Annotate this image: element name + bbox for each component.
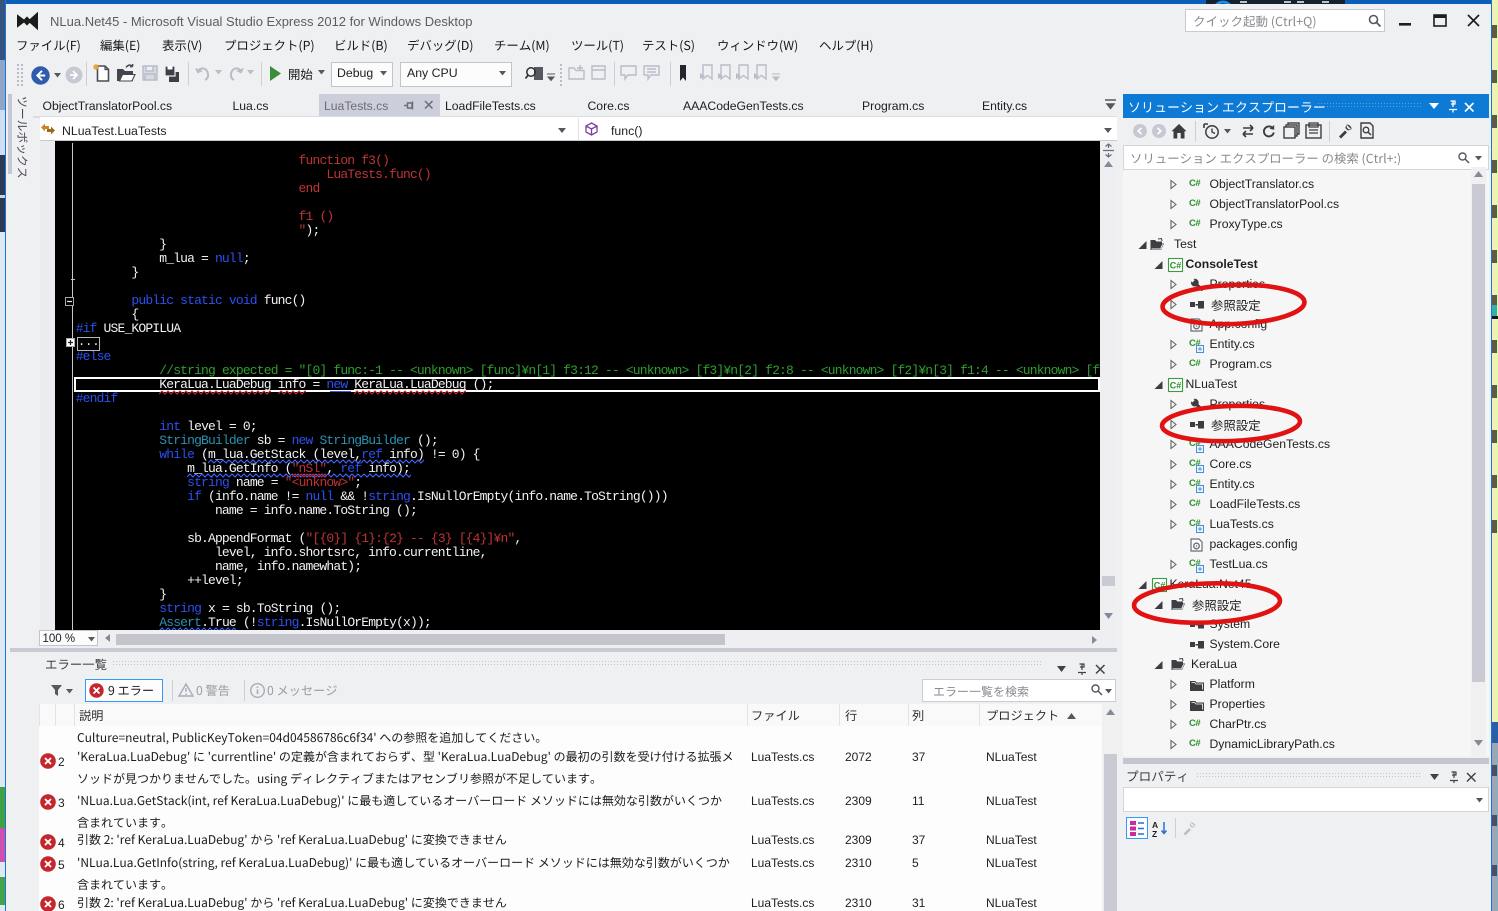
- svg-text:C#: C#: [1170, 380, 1182, 390]
- svg-text:C#: C#: [1170, 260, 1182, 270]
- svg-text:Z: Z: [1152, 829, 1157, 839]
